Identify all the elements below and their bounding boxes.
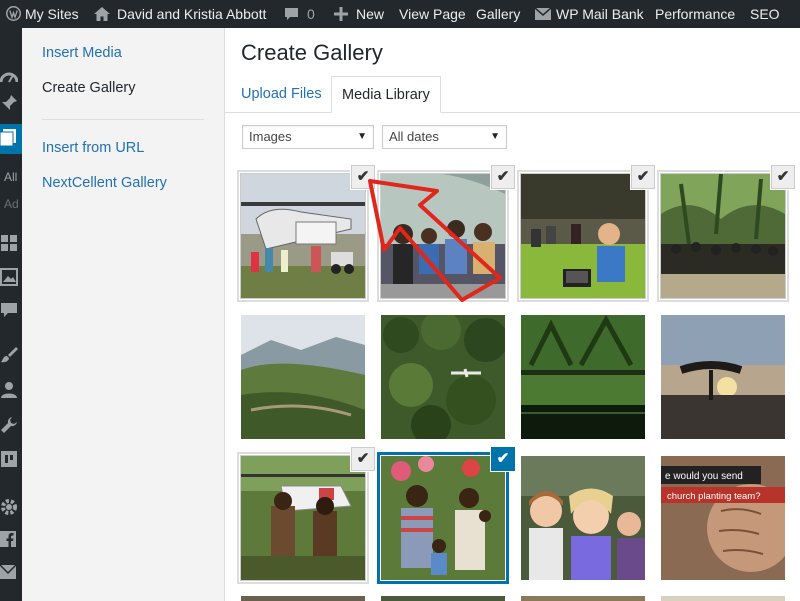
media-icon[interactable] — [0, 129, 22, 153]
comments-count[interactable]: 0 — [307, 0, 315, 28]
plus-icon — [334, 0, 348, 31]
performance-link[interactable]: Performance — [655, 0, 735, 28]
dashboard-icon[interactable] — [0, 68, 22, 90]
site-name-link[interactable]: David and Kristia Abbott — [117, 0, 266, 28]
all-media-label[interactable]: All — [4, 170, 17, 184]
admin-bar: My Sites David and Kristia Abbott 0 New … — [0, 0, 800, 28]
add-new-label[interactable]: Ad — [4, 197, 19, 211]
pin-icon[interactable] — [0, 94, 22, 118]
annotation-arrow-icon — [368, 179, 502, 302]
gallery-icon[interactable] — [0, 268, 22, 292]
comment-icon[interactable] — [284, 0, 299, 31]
home-icon — [94, 0, 110, 31]
mail-icon — [534, 0, 552, 30]
users-icon[interactable] — [0, 381, 22, 405]
facebook-icon[interactable] — [0, 531, 22, 553]
comments-icon[interactable] — [0, 301, 22, 325]
gallery-link[interactable]: Gallery — [476, 0, 520, 28]
wordpress-icon[interactable] — [6, 0, 21, 31]
wp-mail-bank-link[interactable]: WP Mail Bank — [556, 0, 644, 28]
wrench-icon[interactable] — [0, 416, 22, 440]
mail-menu-icon[interactable] — [0, 564, 22, 585]
settings-grid-icon[interactable] — [0, 450, 22, 474]
view-page-link[interactable]: View Page — [399, 0, 466, 28]
media-modal: Insert Media Create Gallery Insert from … — [22, 28, 800, 601]
seo-link[interactable]: SEO — [750, 0, 780, 28]
admin-side-menu: All Ad — [0, 28, 22, 601]
my-sites-link[interactable]: My Sites — [25, 0, 79, 28]
puzzle-icon[interactable] — [0, 234, 22, 258]
brush-icon[interactable] — [0, 346, 22, 370]
new-link[interactable]: New — [356, 0, 384, 28]
gear-icon[interactable] — [0, 498, 22, 522]
